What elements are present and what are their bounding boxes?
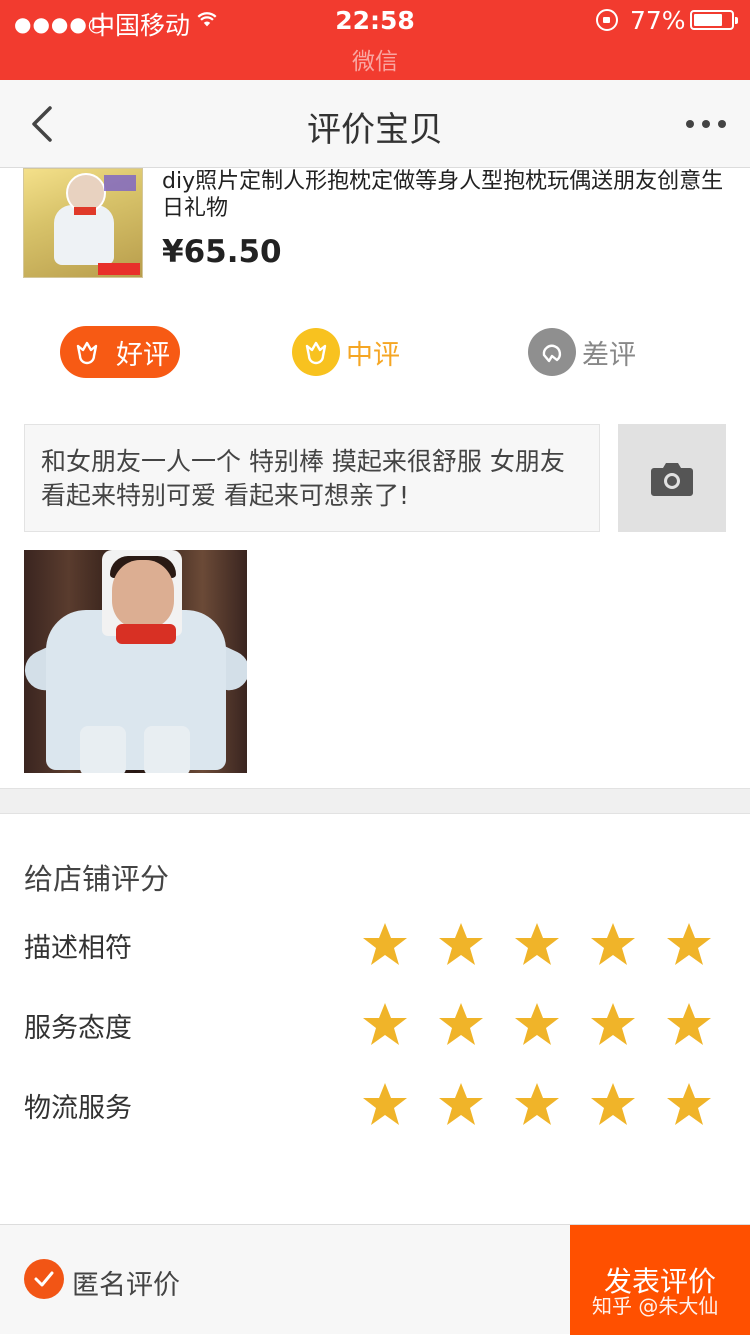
- product-name: diy照片定制人形抱枕定做等身人型抱枕玩偶送朋友创意生日礼物: [162, 169, 724, 221]
- score-label: 描述相符: [24, 933, 132, 964]
- anonymous-label[interactable]: 匿名评价: [72, 1263, 180, 1302]
- good-rating-label: 好评: [116, 339, 170, 371]
- star-icon[interactable]: [512, 920, 562, 968]
- product-price: ¥65.50: [162, 234, 282, 270]
- add-photo-button[interactable]: [618, 424, 726, 532]
- score-row-logistics: 物流服务: [0, 1080, 750, 1130]
- bad-rating-label: 差评: [582, 339, 636, 371]
- star-icon[interactable]: [436, 1080, 486, 1128]
- star-icon[interactable]: [588, 920, 638, 968]
- wilted-flower-icon: [528, 328, 576, 376]
- score-row-description: 描述相符: [0, 920, 750, 970]
- flower-icon: [292, 328, 340, 376]
- star-rating[interactable]: [360, 1080, 720, 1130]
- rotation-lock-icon: [596, 9, 618, 31]
- star-icon[interactable]: [360, 1080, 410, 1128]
- battery-icon: [690, 10, 738, 30]
- star-icon[interactable]: [588, 1080, 638, 1128]
- star-icon[interactable]: [436, 1000, 486, 1048]
- star-icon[interactable]: [360, 1000, 410, 1048]
- star-icon[interactable]: [664, 1000, 714, 1048]
- product-thumbnail[interactable]: [23, 168, 143, 278]
- more-dots-icon[interactable]: [684, 108, 728, 140]
- shop-rating-title: 给店铺评分: [24, 862, 170, 896]
- rating-selector: 好评 中评 差评: [0, 326, 750, 380]
- watermark: 知乎 @朱大仙: [592, 1294, 719, 1318]
- good-rating-button[interactable]: 好评: [60, 326, 180, 378]
- review-textarea[interactable]: 和女朋友一人一个 特别棒 摸起来很舒服 女朋友看起来特别可爱 看起来可想亲了!: [24, 424, 600, 532]
- page-title: 评价宝贝: [307, 110, 443, 150]
- star-rating[interactable]: [360, 1000, 720, 1050]
- product-summary: diy照片定制人形抱枕定做等身人型抱枕玩偶送朋友创意生日礼物 ¥65.50: [0, 168, 750, 298]
- flower-icon: [68, 333, 106, 371]
- anonymous-checkbox[interactable]: [24, 1259, 64, 1299]
- nav-bar: 评价宝贝: [0, 80, 750, 168]
- return-to-app[interactable]: 微信: [0, 42, 750, 76]
- score-label: 物流服务: [24, 1093, 132, 1124]
- star-rating[interactable]: [360, 920, 720, 970]
- status-bar: ●●●●○ 中国移动 22:58 77% 微信: [0, 0, 750, 80]
- medium-rating-button[interactable]: 中评: [292, 326, 400, 378]
- battery-percent: 77%: [630, 6, 686, 35]
- bad-rating-button[interactable]: 差评: [528, 326, 636, 378]
- star-icon[interactable]: [588, 1000, 638, 1048]
- score-label: 服务态度: [24, 1013, 132, 1044]
- star-icon[interactable]: [664, 1080, 714, 1128]
- star-icon[interactable]: [436, 920, 486, 968]
- star-icon[interactable]: [664, 920, 714, 968]
- uploaded-photo[interactable]: [24, 550, 247, 773]
- star-icon[interactable]: [512, 1080, 562, 1128]
- section-divider: [0, 788, 750, 814]
- camera-icon: [651, 463, 693, 496]
- checkmark-icon: [34, 1271, 54, 1287]
- star-icon[interactable]: [360, 920, 410, 968]
- star-icon[interactable]: [512, 1000, 562, 1048]
- score-row-service: 服务态度: [0, 1000, 750, 1050]
- medium-rating-label: 中评: [346, 339, 400, 371]
